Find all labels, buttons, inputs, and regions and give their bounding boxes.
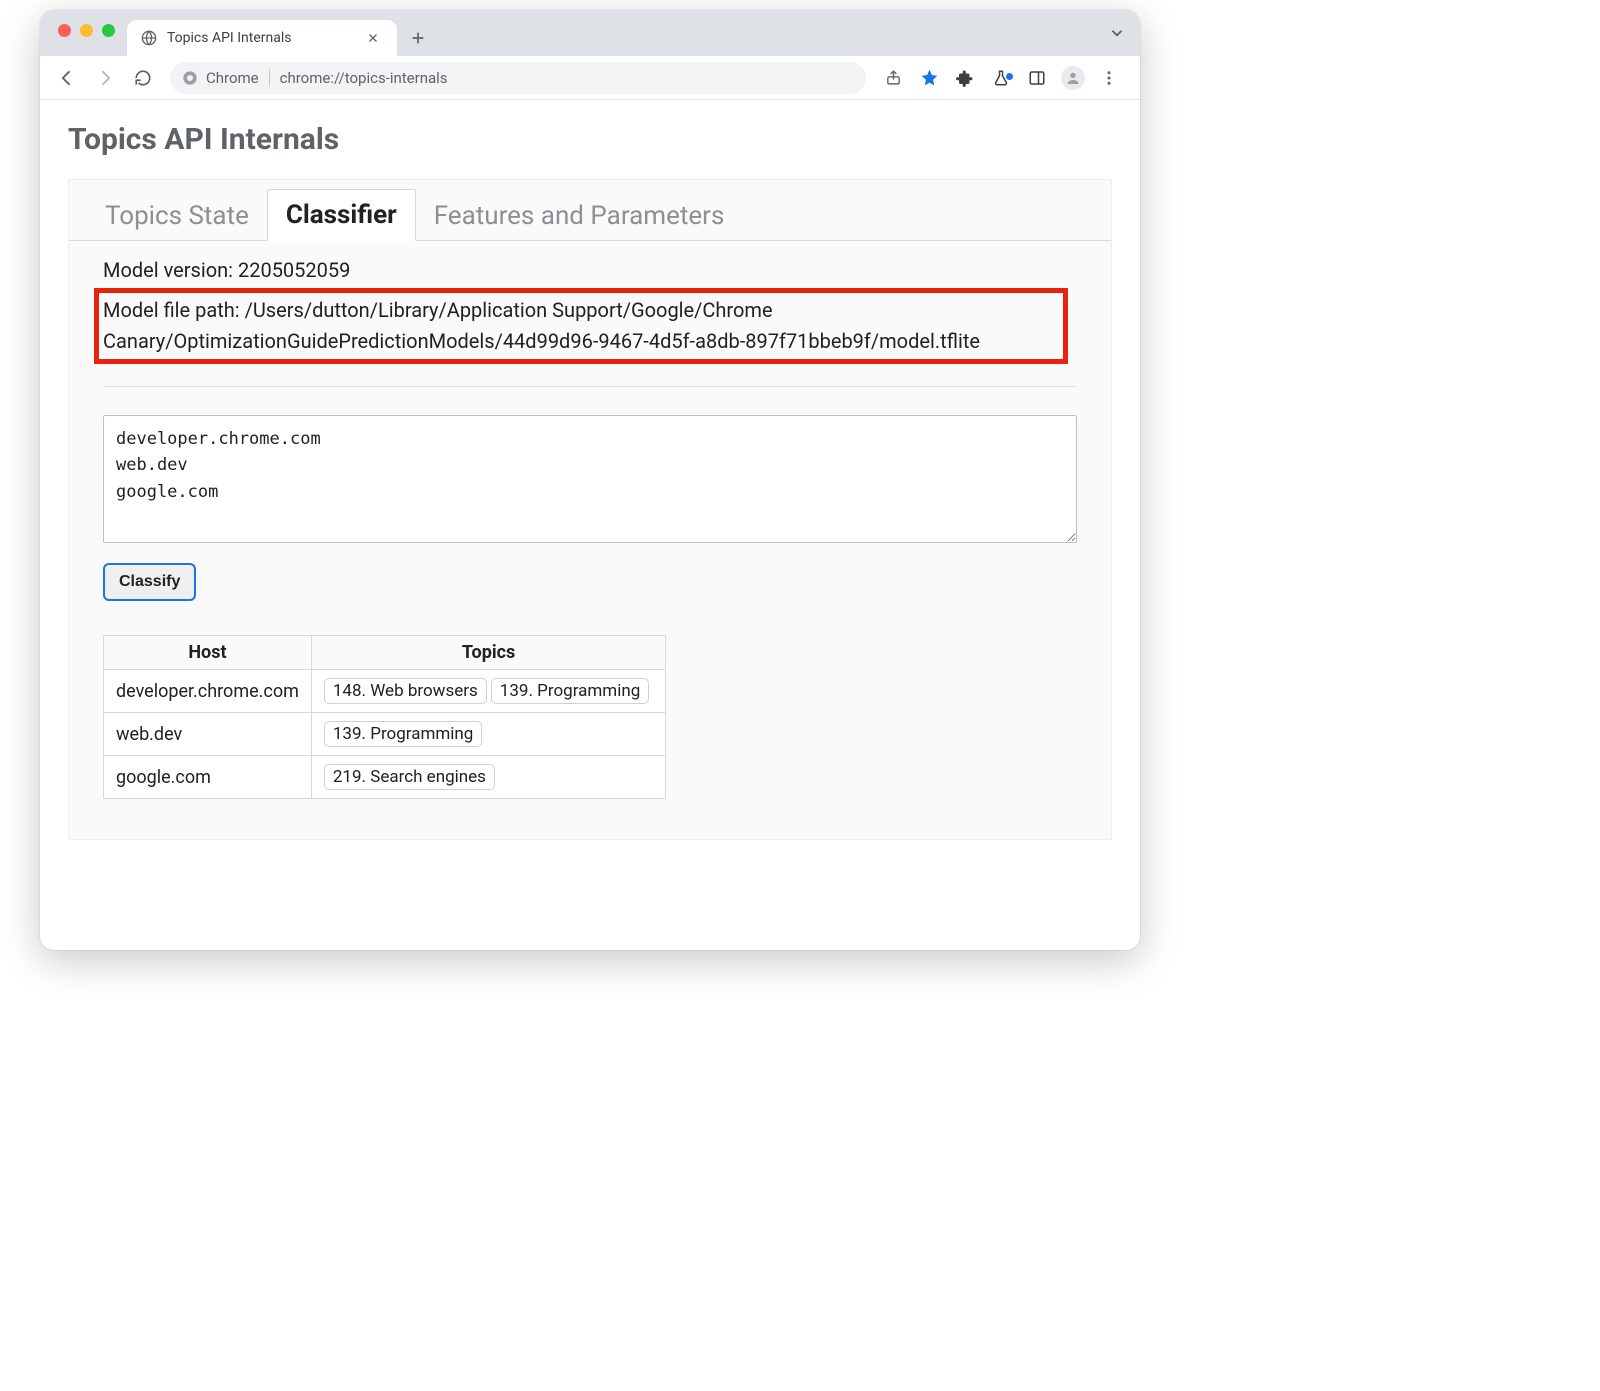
tab-overflow-button[interactable] bbox=[1108, 24, 1126, 42]
new-tab-button[interactable] bbox=[403, 23, 433, 53]
col-host: Host bbox=[104, 636, 312, 670]
address-bar[interactable]: Chrome chrome://topics-internals bbox=[170, 62, 866, 94]
bookmark-star-icon[interactable] bbox=[912, 61, 946, 95]
model-path-highlight: Model file path: /Users/dutton/Library/A… bbox=[94, 288, 1068, 364]
cell-topics: 219. Search engines bbox=[311, 756, 665, 799]
close-tab-button[interactable] bbox=[363, 30, 383, 46]
table-row: developer.chrome.com148. Web browsers139… bbox=[104, 670, 666, 713]
panel-tabs: Topics State Classifier Features and Par… bbox=[69, 180, 1111, 241]
browser-tab-active[interactable]: Topics API Internals bbox=[127, 20, 397, 56]
divider bbox=[103, 386, 1077, 387]
tab-features-parameters[interactable]: Features and Parameters bbox=[416, 191, 743, 241]
forward-button[interactable] bbox=[88, 61, 122, 95]
toolbar: Chrome chrome://topics-internals bbox=[40, 56, 1140, 100]
minimize-window-button[interactable] bbox=[80, 24, 93, 37]
model-version-label: Model version: bbox=[103, 258, 233, 282]
window-controls bbox=[50, 10, 127, 56]
maximize-window-button[interactable] bbox=[102, 24, 115, 37]
browser-window: Topics API Internals bbox=[40, 10, 1140, 950]
profile-button[interactable] bbox=[1056, 61, 1090, 95]
cell-topics: 148. Web browsers139. Programming bbox=[311, 670, 665, 713]
model-version-value: 2205052059 bbox=[238, 258, 350, 282]
tab-strip: Topics API Internals bbox=[40, 10, 1140, 56]
labs-button[interactable] bbox=[984, 61, 1018, 95]
results-table: Host Topics developer.chrome.com148. Web… bbox=[103, 635, 666, 799]
share-button[interactable] bbox=[876, 61, 910, 95]
tab-topics-state[interactable]: Topics State bbox=[87, 191, 267, 241]
omnibox-divider bbox=[269, 69, 270, 87]
back-button[interactable] bbox=[50, 61, 84, 95]
chrome-logo-icon bbox=[182, 70, 198, 86]
hosts-input[interactable] bbox=[103, 415, 1077, 543]
omnibox-scheme-label: Chrome bbox=[206, 69, 259, 87]
model-path-label: Model file path: bbox=[103, 298, 240, 322]
close-window-button[interactable] bbox=[58, 24, 71, 37]
table-row: web.dev 139. Programming bbox=[104, 713, 666, 756]
extensions-button[interactable] bbox=[948, 61, 982, 95]
cell-host: google.com bbox=[104, 756, 312, 799]
side-panel-button[interactable] bbox=[1020, 61, 1054, 95]
col-topics: Topics bbox=[311, 636, 665, 670]
topic-chip: 139. Programming bbox=[491, 678, 649, 704]
topic-chip: 219. Search engines bbox=[324, 764, 495, 790]
classify-button[interactable]: Classify bbox=[103, 563, 196, 601]
page-content: Topics API Internals Topics State Classi… bbox=[40, 100, 1140, 950]
globe-icon bbox=[141, 30, 157, 46]
cell-topics: 139. Programming bbox=[311, 713, 665, 756]
tab-classifier[interactable]: Classifier bbox=[267, 189, 416, 241]
chrome-menu-button[interactable] bbox=[1092, 61, 1126, 95]
topic-chip: 139. Programming bbox=[324, 721, 482, 747]
tab-title: Topics API Internals bbox=[167, 30, 291, 46]
page-heading: Topics API Internals bbox=[68, 122, 1112, 157]
reload-button[interactable] bbox=[126, 61, 160, 95]
cell-host: developer.chrome.com bbox=[104, 670, 312, 713]
model-info: Model version: 2205052059 Model file pat… bbox=[103, 255, 1077, 364]
omnibox-url: chrome://topics-internals bbox=[280, 69, 448, 87]
table-row: google.com 219. Search engines bbox=[104, 756, 666, 799]
cell-host: web.dev bbox=[104, 713, 312, 756]
main-panel: Topics State Classifier Features and Par… bbox=[68, 179, 1112, 840]
topic-chip: 148. Web browsers bbox=[324, 678, 487, 704]
